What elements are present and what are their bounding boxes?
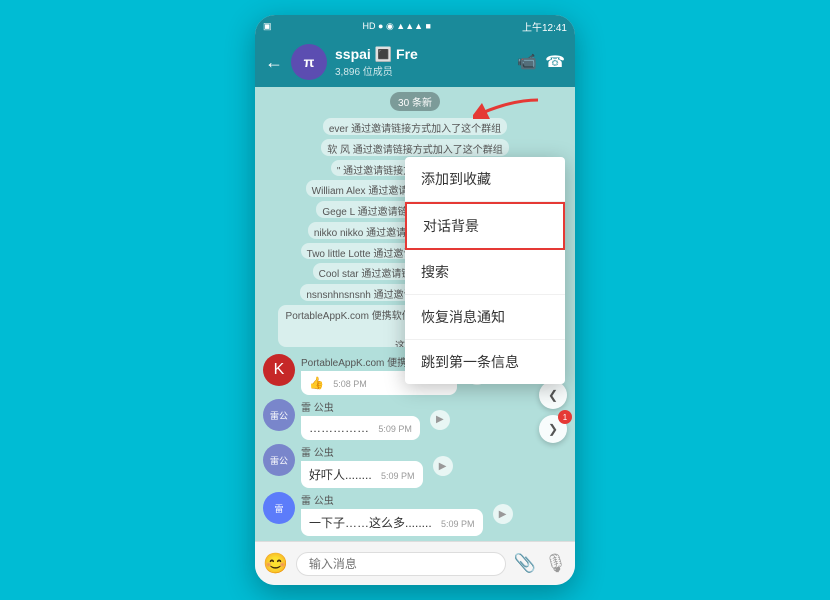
system-message: 软 风 通过邀请链接方式加入了这个群组 xyxy=(321,139,509,156)
attach-button[interactable]: 📎 xyxy=(514,553,536,574)
message-time: 5:08 PM xyxy=(333,379,367,389)
mic-button[interactable]: 🎙 xyxy=(544,553,567,574)
chat-area: 30 条新 ever 通过邀请链接方式加入了这个群组 软 风 通过邀请链接方式加… xyxy=(255,87,575,541)
member-count: 3,896 位成员 xyxy=(335,63,509,78)
status-left-icon: ▣ xyxy=(263,21,272,32)
avatar: 雷公 xyxy=(263,399,295,431)
system-message: ever 通过邀请链接方式加入了这个群组 xyxy=(323,118,507,135)
menu-item-search[interactable]: 搜索 xyxy=(405,250,565,295)
message-bubble: 一下子……这么多........ 5:09 PM xyxy=(301,509,483,536)
chat-header: ← π sspai 🔳 Fre 3,896 位成员 📹 ☎ xyxy=(255,37,575,87)
scroll-down-button-wrap: ❯ 1 xyxy=(539,415,567,443)
message-time: 5:09 PM xyxy=(441,519,475,529)
message-sender: 雷 公虫 xyxy=(301,492,483,507)
status-time: 上午12:41 xyxy=(522,19,567,34)
message-row: 雷公 雷 公虫 …………… 5:09 PM ▶ xyxy=(263,399,567,440)
status-bar: ▣ HD ● ◉ ▲▲▲ ■ 上午12:41 xyxy=(255,15,575,37)
message-bubble: …………… 5:09 PM xyxy=(301,416,420,440)
message-bubble-wrap: 雷 公虫 …………… 5:09 PM xyxy=(301,399,420,440)
avatar: 雷公 xyxy=(263,444,295,476)
message-time: 5:09 PM xyxy=(378,424,412,434)
emoji-button[interactable]: 😊 xyxy=(263,551,288,576)
group-name: sspai 🔳 Fre xyxy=(335,46,509,63)
back-button[interactable]: ← xyxy=(265,52,283,73)
message-bubble-wrap: 雷 公虫 一下子……这么多........ 5:09 PM xyxy=(301,492,483,536)
status-icons: HD ● ◉ ▲▲▲ ■ xyxy=(363,21,431,32)
scroll-down-button[interactable]: ❯ 1 xyxy=(539,415,567,443)
scroll-up-button[interactable]: ❮ xyxy=(539,381,567,409)
forward-button[interactable]: ▶ xyxy=(430,410,450,430)
dropdown-menu: 添加到收藏 对话背景 搜索 恢复消息通知 跳到第一条信息 xyxy=(405,157,565,384)
menu-item-background[interactable]: 对话背景 xyxy=(405,202,565,250)
avatar: 雷 xyxy=(263,492,295,524)
call-icon[interactable]: ☎ xyxy=(545,52,565,72)
video-icon[interactable]: 📹 xyxy=(517,52,537,72)
phone-frame: ▣ HD ● ◉ ▲▲▲ ■ 上午12:41 ← π sspai 🔳 Fre 3… xyxy=(255,15,575,585)
forward-button[interactable]: ▶ xyxy=(493,504,513,524)
message-bubble-wrap: 雷 公虫 好吓人........ 5:09 PM xyxy=(301,444,423,488)
group-avatar: π xyxy=(291,44,327,80)
message-bubble: 好吓人........ 5:09 PM xyxy=(301,461,423,488)
input-bar: 😊 📎 🎙 xyxy=(255,541,575,585)
new-messages-badge: 30 条新 xyxy=(390,92,440,111)
header-info: sspai 🔳 Fre 3,896 位成员 xyxy=(335,46,509,78)
menu-item-first-message[interactable]: 跳到第一条信息 xyxy=(405,340,565,384)
avatar: K xyxy=(263,354,295,386)
unread-badge: 1 xyxy=(558,410,572,424)
menu-item-restore-notify[interactable]: 恢复消息通知 xyxy=(405,295,565,340)
header-action-icons: 📹 ☎ xyxy=(517,52,565,72)
menu-item-favorite[interactable]: 添加到收藏 xyxy=(405,157,565,202)
message-row: 雷公 雷 公虫 好吓人........ 5:09 PM ▶ xyxy=(263,444,567,488)
message-sender: 雷 公虫 xyxy=(301,399,420,414)
message-sender: 雷 公虫 xyxy=(301,444,423,459)
message-time: 5:09 PM xyxy=(381,471,415,481)
message-row: 雷 雷 公虫 一下子……这么多........ 5:09 PM ▶ xyxy=(263,492,567,536)
forward-button[interactable]: ▶ xyxy=(433,456,453,476)
message-input[interactable] xyxy=(296,552,506,576)
